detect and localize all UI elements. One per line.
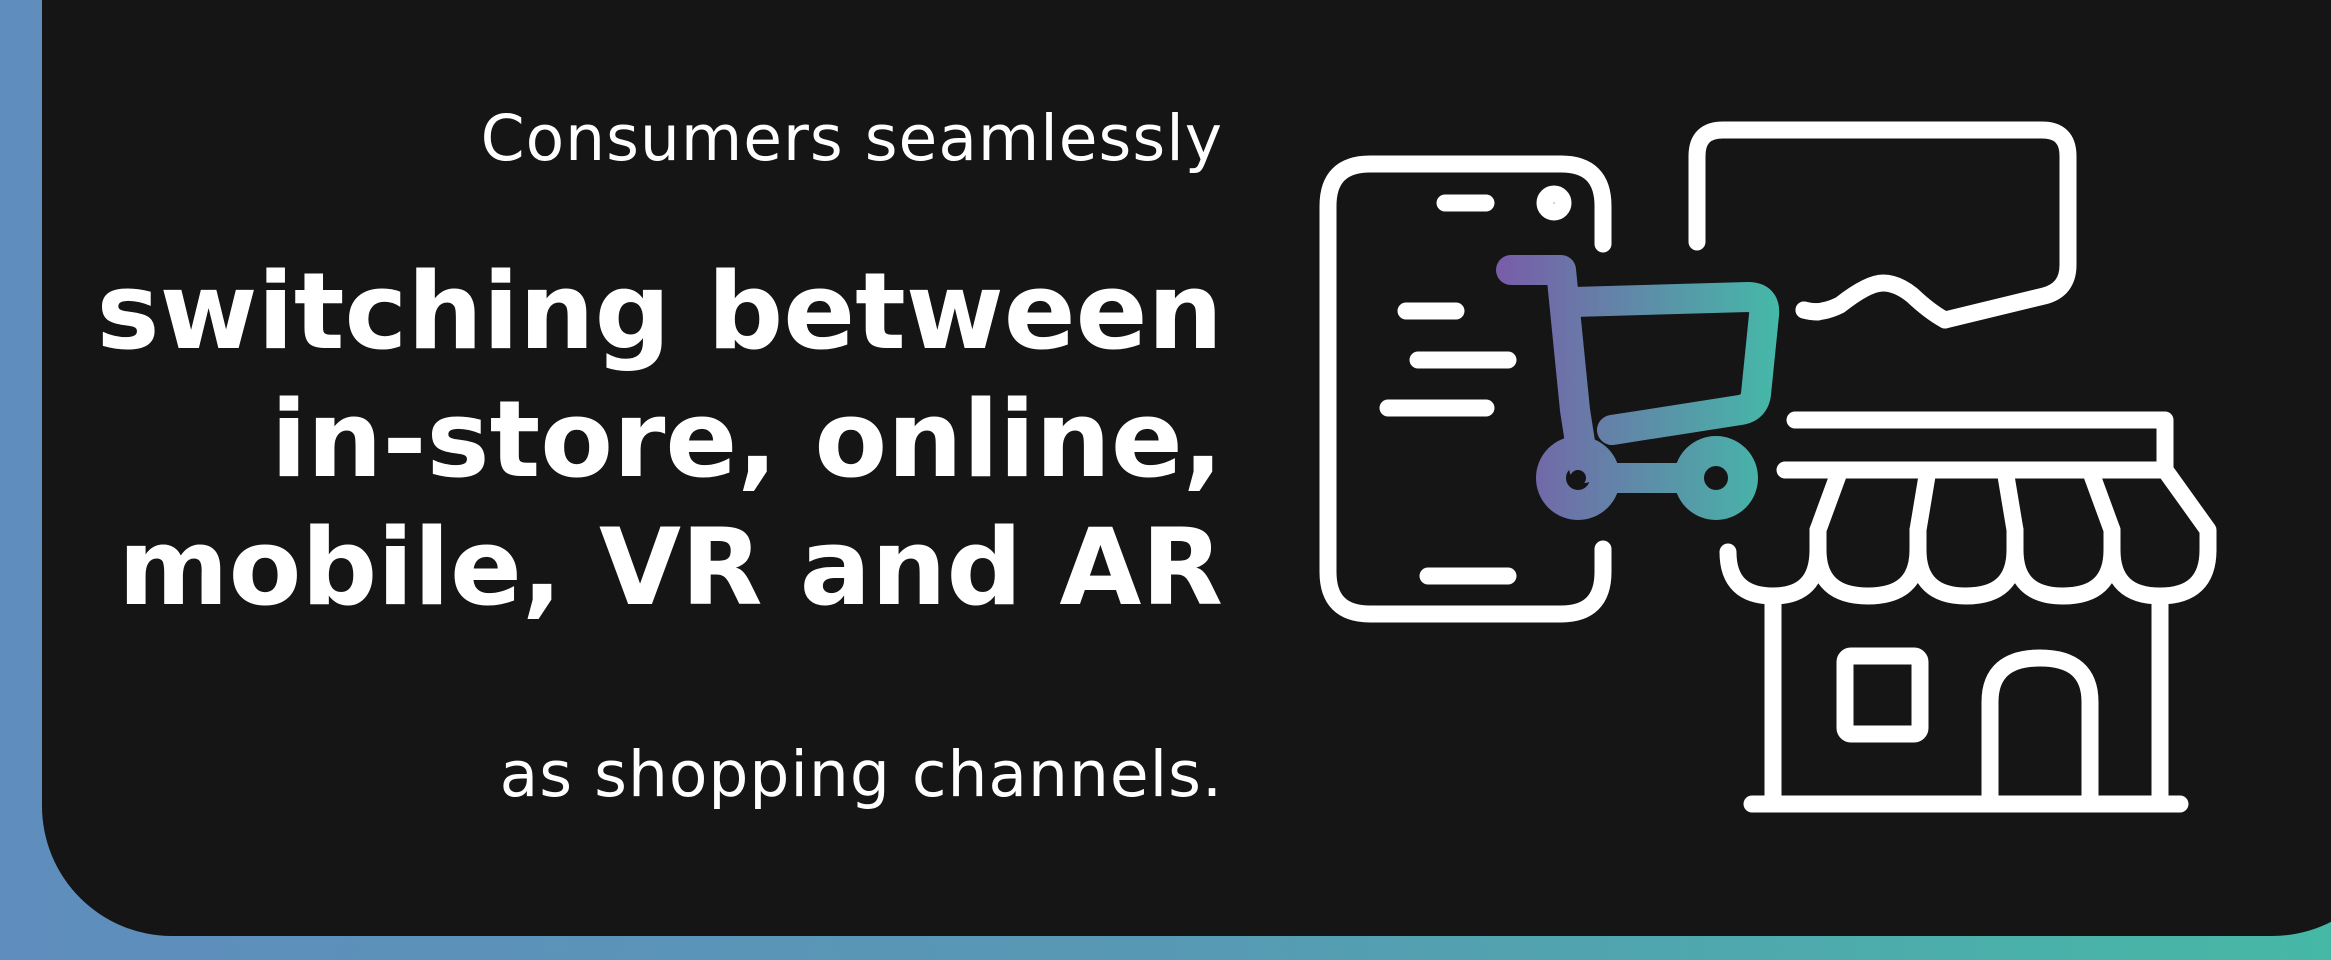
shopping-cart-icon — [1496, 255, 1780, 520]
storefront-icon — [1719, 411, 2217, 813]
omnichannel-illustration — [1319, 121, 2217, 813]
